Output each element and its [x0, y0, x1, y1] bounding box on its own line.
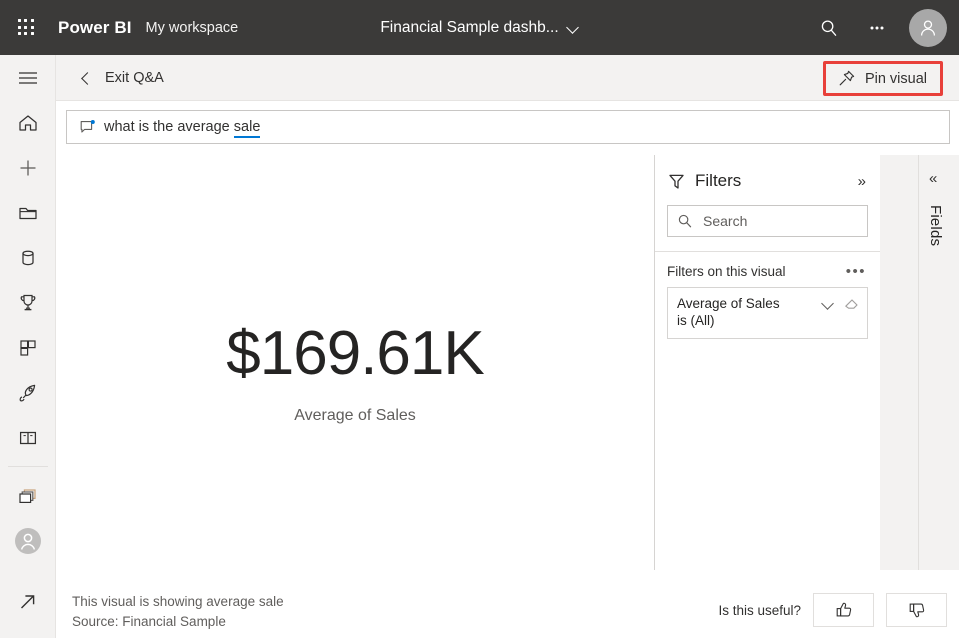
feedback-label: Is this useful? — [718, 603, 801, 618]
more-options-button[interactable] — [855, 6, 899, 50]
header-actions — [807, 0, 959, 55]
arrow-up-right-icon — [17, 591, 39, 613]
pin-visual-label: Pin visual — [865, 71, 927, 87]
sidebar-item-metrics[interactable] — [0, 280, 56, 325]
sidebar-item-learn[interactable] — [0, 415, 56, 460]
workspaces-stack-icon — [17, 485, 39, 507]
app-launcher-button[interactable] — [0, 0, 52, 55]
fields-panel-collapsed[interactable]: « Fields — [880, 155, 959, 570]
app-launcher-waffle-icon — [18, 19, 35, 36]
fields-panel-label: Fields — [927, 205, 944, 246]
qa-question-text: what is the average sale — [104, 119, 260, 135]
filter-funnel-icon — [667, 172, 686, 191]
filter-card-actions — [822, 296, 859, 311]
chevron-down-icon[interactable] — [822, 298, 834, 310]
pin-icon — [837, 69, 856, 88]
filter-card-state: is (All) — [677, 312, 858, 329]
search-icon — [677, 213, 693, 229]
filters-title: Filters — [695, 171, 741, 191]
sidebar-item-workspaces[interactable] — [0, 473, 56, 518]
feedback-group: Is this useful? — [718, 593, 947, 627]
folder-icon — [17, 202, 39, 224]
qa-question-input[interactable]: what is the average sale — [66, 110, 950, 144]
filter-search-input[interactable]: Search — [667, 205, 868, 237]
exit-qa-button[interactable]: Exit Q&A — [80, 70, 164, 86]
thumbs-down-icon — [907, 600, 927, 620]
apps-grid-icon — [17, 337, 39, 359]
power-bi-qa-page: Power BI My workspace Financial Sample d… — [0, 0, 959, 638]
sidebar-item-my-workspace[interactable] — [0, 518, 56, 563]
sidebar-item-deployment-pipelines[interactable] — [0, 370, 56, 415]
thumbs-up-button[interactable] — [813, 593, 874, 627]
search-button[interactable] — [807, 6, 851, 50]
chevron-double-right-icon[interactable]: » — [858, 174, 866, 189]
home-icon — [17, 112, 39, 134]
user-avatar-icon — [13, 526, 43, 556]
sidebar-item-apps[interactable] — [0, 325, 56, 370]
document-title-button[interactable]: Financial Sample dashb... — [380, 19, 578, 37]
sidebar-item-get-data[interactable] — [0, 579, 56, 624]
qa-question-highlight: sale — [234, 119, 261, 138]
ellipsis-icon[interactable]: ••• — [846, 268, 866, 276]
caption-line-1: This visual is showing average sale — [72, 592, 284, 612]
workspace-breadcrumb[interactable]: My workspace — [146, 20, 239, 36]
eraser-icon — [844, 296, 859, 311]
hamburger-menu-icon — [17, 69, 39, 87]
left-navigation-rail — [0, 55, 56, 638]
rail-divider — [8, 466, 48, 467]
avatar[interactable] — [909, 9, 947, 47]
card-label: Average of Sales — [294, 407, 416, 425]
sidebar-item-home[interactable] — [0, 100, 56, 145]
sidebar-item-browse[interactable] — [0, 190, 56, 235]
chat-bubble-icon — [80, 120, 97, 135]
database-icon — [17, 247, 39, 269]
filter-search-placeholder: Search — [703, 213, 747, 229]
search-icon — [819, 18, 839, 38]
filter-card[interactable]: Average of Sales is (All) — [667, 287, 868, 339]
sidebar-item-nav-menu[interactable] — [0, 55, 56, 100]
caption-line-2: Source: Financial Sample — [72, 612, 284, 632]
filters-panel: Filters » Search Filters on this visual … — [654, 155, 880, 570]
exit-qa-label: Exit Q&A — [105, 70, 164, 86]
sidebar-item-create[interactable] — [0, 145, 56, 190]
pin-visual-button[interactable]: Pin visual — [826, 64, 940, 93]
qa-toolbar: Exit Q&A Pin visual — [56, 55, 959, 101]
thumbs-down-button[interactable] — [886, 593, 947, 627]
chevron-left-icon — [80, 72, 92, 84]
sidebar-item-data-hub[interactable] — [0, 235, 56, 280]
pin-visual-highlight: Pin visual — [823, 61, 943, 96]
thumbs-up-icon — [834, 600, 854, 620]
card-visual[interactable]: $169.61K Average of Sales — [56, 323, 654, 425]
trophy-icon — [17, 292, 39, 314]
page-title: Financial Sample dashb... — [380, 19, 558, 37]
qa-result-canvas: $169.61K Average of Sales — [56, 155, 654, 570]
filters-on-visual-label: Filters on this visual — [667, 264, 786, 279]
app-header: Power BI My workspace Financial Sample d… — [0, 0, 959, 55]
visual-caption: This visual is showing average sale Sour… — [72, 592, 284, 632]
plus-icon — [17, 157, 39, 179]
ellipsis-icon — [867, 18, 887, 38]
qa-question-prefix: what is the average — [104, 119, 234, 135]
filters-on-visual-header: Filters on this visual ••• — [655, 252, 880, 279]
card-value: $169.61K — [226, 323, 483, 385]
brand-label[interactable]: Power BI — [58, 18, 132, 38]
book-icon — [17, 427, 39, 449]
user-avatar-icon — [917, 17, 939, 39]
chevron-double-left-icon[interactable]: « — [929, 171, 937, 186]
chevron-down-icon — [568, 22, 579, 33]
rocket-icon — [17, 382, 39, 404]
qa-footer: This visual is showing average sale Sour… — [56, 570, 959, 638]
filters-header: Filters » — [655, 155, 880, 191]
